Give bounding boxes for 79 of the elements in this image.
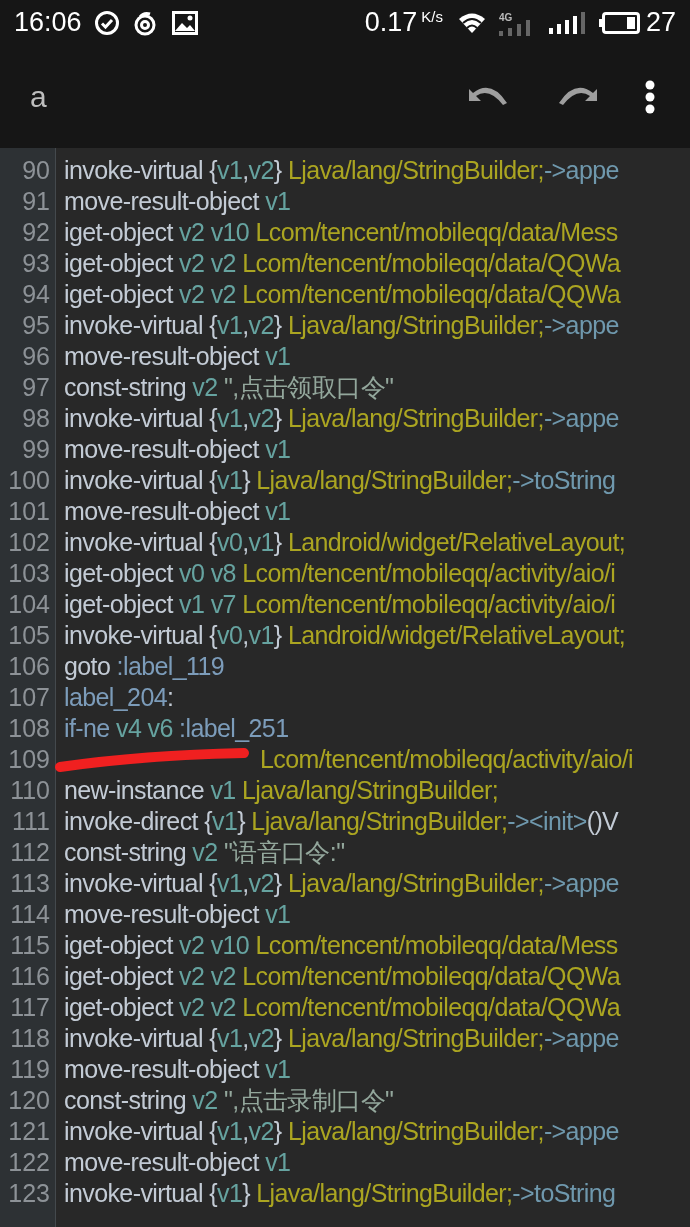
line-number: 107	[7, 681, 51, 713]
image-icon	[171, 10, 198, 35]
code-line: invoke-virtual {v1,v2} Ljava/lang/StringBuilder;->appe	[63, 1115, 619, 1147]
line-number: 118	[9, 1022, 51, 1054]
network-type: 4G	[498, 10, 513, 25]
code-line: Lcom/tencent/mobileqq/activity/aio/i	[259, 743, 634, 775]
code-line: const-string v2 "语音口令:"	[63, 836, 345, 868]
line-number: 110	[9, 774, 51, 806]
code-line: invoke-virtual {v1} Ljava/lang/StringBuilder;->toString	[63, 1177, 616, 1209]
code-line: invoke-virtual {v1,v2} Ljava/lang/StringBuilder;->appe	[63, 154, 619, 186]
more-icon	[645, 79, 655, 114]
line-number: 105	[7, 619, 51, 651]
line-number: 108	[7, 712, 51, 744]
code-line: invoke-virtual {v1,v2} Ljava/lang/StringBuilder;->appe	[63, 867, 619, 899]
code-line: invoke-virtual {v0,v1} Landroid/widget/RelativeLayout;	[63, 526, 626, 558]
code-line: goto :label_119	[63, 650, 225, 682]
code-line: const-string v2 ",点击领取口令"	[63, 371, 394, 403]
code-line: invoke-virtual {v1,v2} Ljava/lang/StringBuilder;->appe	[63, 1022, 619, 1054]
code-line: iget-object v2 v2 Lcom/tencent/mobileqq/data/QQWa	[63, 247, 621, 279]
code-line: iget-object v0 v8 Lcom/tencent/mobileqq/activity/aio/i	[63, 557, 616, 589]
code-line: invoke-virtual {v1} Ljava/lang/StringBuilder;->toString	[63, 464, 616, 496]
line-number: 121	[7, 1115, 51, 1147]
battery-level: 27	[645, 6, 676, 40]
line-number: 93	[21, 247, 51, 279]
code-line: new-instance v1 Ljava/lang/StringBuilder;	[63, 774, 498, 806]
line-number: 91	[21, 185, 51, 217]
code-line: move-result-object v1	[63, 433, 291, 465]
code-line: iget-object v1 v7 Lcom/tencent/mobileqq/activity/aio/i	[63, 588, 616, 620]
code-line: iget-object v2 v2 Lcom/tencent/mobileqq/data/QQWa	[63, 278, 621, 310]
code-line: move-result-object v1	[63, 1146, 291, 1178]
line-number: 94	[21, 278, 51, 310]
line-number: 109	[7, 743, 51, 775]
line-number: 102	[7, 526, 51, 558]
network-speed: 0.17	[364, 6, 418, 40]
line-number: 115	[9, 929, 51, 961]
code-line: invoke-virtual {v1,v2} Ljava/lang/StringBuilder;->appe	[63, 402, 619, 434]
line-number: 101	[7, 495, 51, 527]
line-number: 106	[7, 650, 51, 682]
check-circle-icon	[93, 9, 120, 36]
speed-unit: K/s	[421, 7, 443, 27]
code-line: iget-object v2 v2 Lcom/tencent/mobileqq/data/QQWa	[63, 991, 621, 1023]
code-line: iget-object v2 v10 Lcom/tencent/mobileqq/data/Mess	[63, 929, 618, 961]
line-number: 114	[9, 898, 51, 930]
code-line: const-string v2 ",点击录制口令"	[63, 1084, 394, 1116]
line-number: 122	[7, 1146, 51, 1178]
line-number: 97	[21, 371, 51, 403]
line-number: 123	[7, 1177, 51, 1209]
line-number: 119	[9, 1053, 51, 1085]
file-title: a	[30, 79, 47, 115]
code-line: invoke-direct {v1} Ljava/lang/StringBuilder;-><init>()V	[63, 805, 619, 837]
line-number: 92	[21, 216, 51, 248]
code-line: move-result-object v1	[63, 185, 291, 217]
line-number: 98	[21, 402, 51, 434]
line-number: 96	[21, 340, 51, 372]
line-number: 117	[9, 991, 51, 1023]
line-number: 90	[21, 154, 51, 186]
status-time: 16:06	[14, 6, 82, 40]
code-line: invoke-virtual {v1,v2} Ljava/lang/StringBuilder;->appe	[63, 309, 619, 341]
line-number: 103	[7, 557, 51, 589]
code-line: iget-object v2 v10 Lcom/tencent/mobileqq/data/Mess	[63, 216, 618, 248]
line-number: 112	[9, 836, 51, 868]
battery-icon	[598, 11, 640, 34]
signal-icon	[548, 11, 585, 34]
code-line: label_204:	[63, 681, 174, 713]
line-number: 111	[11, 805, 51, 837]
line-number: 100	[7, 464, 51, 496]
code-line: iget-object v2 v2 Lcom/tencent/mobileqq/data/QQWa	[63, 960, 621, 992]
line-number: 120	[7, 1084, 51, 1116]
line-number: 99	[21, 433, 51, 465]
code-line: move-result-object v1	[63, 1053, 291, 1085]
line-number: 104	[7, 588, 51, 620]
code-line: move-result-object v1	[63, 898, 291, 930]
line-number: 116	[9, 960, 51, 992]
code-line: invoke-virtual {v0,v1} Landroid/widget/RelativeLayout;	[63, 619, 626, 651]
code-line: move-result-object v1	[63, 340, 291, 372]
line-number: 113	[9, 867, 51, 899]
code-line: if-ne v4 v6 :label_251	[63, 712, 289, 744]
code-line: move-result-object v1	[63, 495, 291, 527]
line-number: 95	[21, 309, 51, 341]
